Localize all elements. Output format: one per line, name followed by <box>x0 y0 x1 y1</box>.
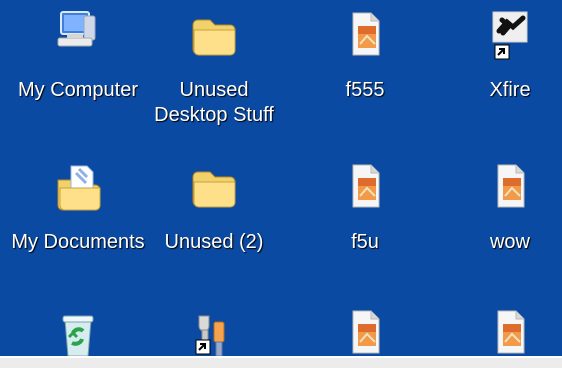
desktop-label: My Documents <box>11 231 145 253</box>
xfire-icon <box>492 11 528 60</box>
taskbar-edge <box>0 356 562 368</box>
desktop-icon-xfire[interactable]: Xfire <box>438 8 562 103</box>
desktop-label: Unused (2) <box>164 231 264 253</box>
desktop-label: My Computer <box>17 79 139 101</box>
desktop-icon-my-documents[interactable]: My Documents <box>6 160 150 255</box>
desktop-label: wow <box>489 231 530 253</box>
folder-icon <box>192 19 236 56</box>
desktop-icon-unused-desktop-stuff[interactable]: Unused Desktop Stuff <box>142 8 286 128</box>
folder-icon <box>192 171 236 208</box>
document-icon <box>352 164 380 208</box>
document-icon <box>352 12 380 56</box>
desktop-icon-f555[interactable]: f555 <box>293 8 437 103</box>
desktop-icon-wow[interactable]: wow <box>438 160 562 255</box>
desktop: My Computer Unused Desktop Stuff f555 Xf… <box>0 0 562 368</box>
desktop-label: f555 <box>345 79 385 101</box>
desktop-label: Xfire <box>489 79 531 101</box>
desktop-icon-unused-2[interactable]: Unused (2) <box>142 160 286 255</box>
document-icon <box>497 164 525 208</box>
desktop-label: Unused Desktop Stuff <box>154 79 274 126</box>
documents-folder-icon <box>57 165 101 211</box>
desktop-icon-my-computer[interactable]: My Computer <box>6 8 150 103</box>
computer-icon <box>57 11 96 47</box>
desktop-icon-f5u[interactable]: f5u <box>293 160 437 255</box>
desktop-label: f5u <box>351 231 379 253</box>
